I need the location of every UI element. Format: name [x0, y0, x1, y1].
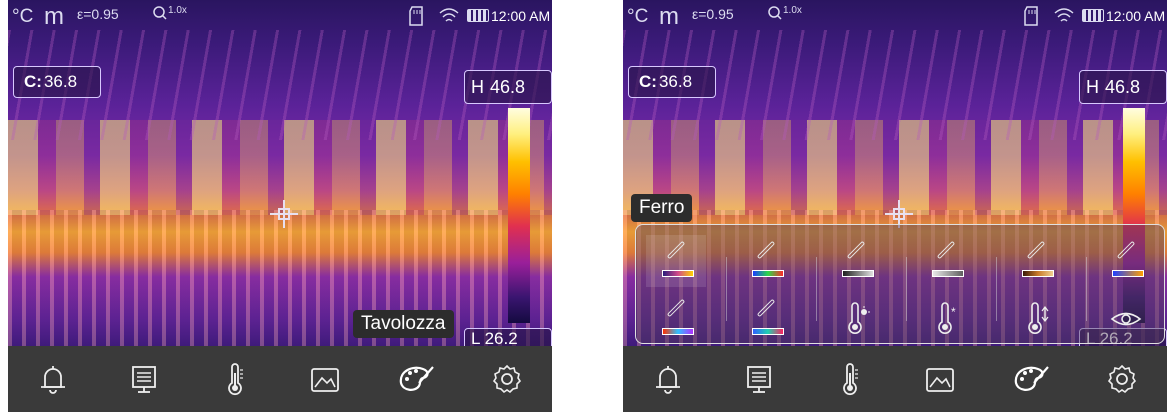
- display-mode-button[interactable]: [734, 354, 784, 404]
- high-temp-readout: H 46.8: [464, 70, 552, 104]
- bottom-nav-bar: [623, 346, 1167, 412]
- sd-card-icon: [1024, 6, 1038, 26]
- zoom-indicator: 1.0x: [152, 5, 187, 21]
- brush-icon: [666, 240, 686, 260]
- battery-icon: [1082, 9, 1104, 22]
- image-icon: [926, 368, 955, 392]
- wifi-icon: [439, 8, 459, 22]
- battery-icon: [467, 9, 489, 22]
- gallery-button[interactable]: [300, 354, 350, 404]
- palette-option[interactable]: [1006, 235, 1066, 287]
- high-temp-readout: H 46.8: [1079, 70, 1167, 104]
- svg-text:*: *: [951, 305, 956, 319]
- bell-icon: [41, 366, 66, 394]
- center-temp-readout: C: 36.8: [628, 66, 716, 98]
- brush-icon: [846, 240, 866, 260]
- zoom-indicator: 1.0x: [767, 5, 802, 21]
- visual-image-icon: [1110, 312, 1142, 326]
- thermal-image: [8, 0, 552, 346]
- palette-white-hot-icon: [932, 270, 964, 277]
- palette-selection-panel: *: [635, 224, 1165, 344]
- measure-button[interactable]: [210, 354, 260, 404]
- settings-button[interactable]: [1097, 354, 1147, 404]
- palette-button[interactable]: [1006, 354, 1056, 404]
- palette-rainbow-icon: [752, 270, 784, 277]
- crosshair-cursor: [270, 200, 298, 228]
- brush-icon: [936, 240, 956, 260]
- thermometer-icon: [842, 363, 858, 396]
- palette-option[interactable]: [646, 293, 706, 345]
- palette-option[interactable]: [826, 293, 886, 345]
- palette-arctic-icon: [1112, 270, 1144, 277]
- alarm-below-icon: *: [938, 302, 956, 334]
- thermometer-icon: [227, 363, 243, 396]
- palette-icon: [399, 366, 434, 391]
- brush-icon: [666, 298, 686, 318]
- zoom-icon: [768, 6, 782, 20]
- brush-icon: [756, 240, 776, 260]
- palette-option[interactable]: [1096, 235, 1156, 287]
- palette-option[interactable]: [1006, 293, 1066, 345]
- measure-mode-label: m: [659, 3, 679, 30]
- thermal-screen-left: °C m ε=0.95 1.0x 12:00 AM C: 36.8 H 46.8 L…: [8, 0, 552, 412]
- gallery-button[interactable]: [915, 354, 965, 404]
- gear-icon: [1107, 364, 1136, 394]
- alarm-button[interactable]: [28, 354, 78, 404]
- palette-bronze-icon: [1022, 270, 1054, 277]
- brush-icon: [756, 298, 776, 318]
- emissivity-label: ε=0.95: [77, 6, 119, 22]
- zoom-icon: [153, 6, 167, 20]
- clock-time: 12:00 AM: [1106, 8, 1166, 24]
- status-bar: °C m ε=0.95 1.0x 12:00 AM: [623, 0, 1167, 34]
- sd-card-icon: [409, 6, 423, 26]
- palette-option[interactable]: [826, 235, 886, 287]
- status-bar: °C m ε=0.95 1.0x 12:00 AM: [8, 0, 552, 34]
- alarm-button[interactable]: [643, 354, 693, 404]
- palette-option[interactable]: [646, 235, 706, 287]
- image-icon: [311, 368, 340, 392]
- thermal-screen-right: °C m ε=0.95 1.0x 12:00 AM C: 36.8 H 46.8 L…: [623, 0, 1167, 412]
- bell-icon: [656, 366, 681, 394]
- clock-time: 12:00 AM: [491, 8, 551, 24]
- center-temp-readout: C: 36.8: [13, 66, 101, 98]
- measure-button[interactable]: [825, 354, 875, 404]
- palette-rainbow-hc-icon: [662, 328, 694, 335]
- monitor-icon: [747, 366, 771, 393]
- alarm-range-icon: [1028, 302, 1049, 334]
- palette-option[interactable]: [916, 235, 976, 287]
- palette-black-hot-icon: [842, 270, 874, 277]
- brush-icon: [1026, 240, 1046, 260]
- palette-button[interactable]: [391, 354, 441, 404]
- bottom-nav-bar: [8, 346, 552, 412]
- emissivity-label: ε=0.95: [692, 6, 734, 22]
- temperature-color-scale: [508, 108, 530, 323]
- palette-option[interactable]: [736, 293, 796, 345]
- palette-tooltip: Tavolozza: [353, 310, 454, 338]
- wifi-icon: [1054, 8, 1074, 22]
- settings-button[interactable]: [482, 354, 532, 404]
- brush-icon: [1116, 240, 1136, 260]
- display-mode-button[interactable]: [119, 354, 169, 404]
- palette-option[interactable]: *: [916, 293, 976, 345]
- palette-option[interactable]: [1096, 293, 1156, 345]
- unit-label: °C: [12, 6, 34, 27]
- monitor-icon: [132, 366, 156, 393]
- palette-name-tooltip: Ferro: [631, 194, 693, 222]
- palette-medical-icon: [752, 328, 784, 335]
- gear-icon: [492, 364, 521, 394]
- alarm-above-icon: [848, 302, 870, 334]
- palette-iron-icon: [662, 270, 694, 277]
- unit-label: °C: [627, 6, 649, 27]
- palette-option[interactable]: [736, 235, 796, 287]
- measure-mode-label: m: [44, 3, 64, 30]
- palette-icon: [1014, 366, 1049, 391]
